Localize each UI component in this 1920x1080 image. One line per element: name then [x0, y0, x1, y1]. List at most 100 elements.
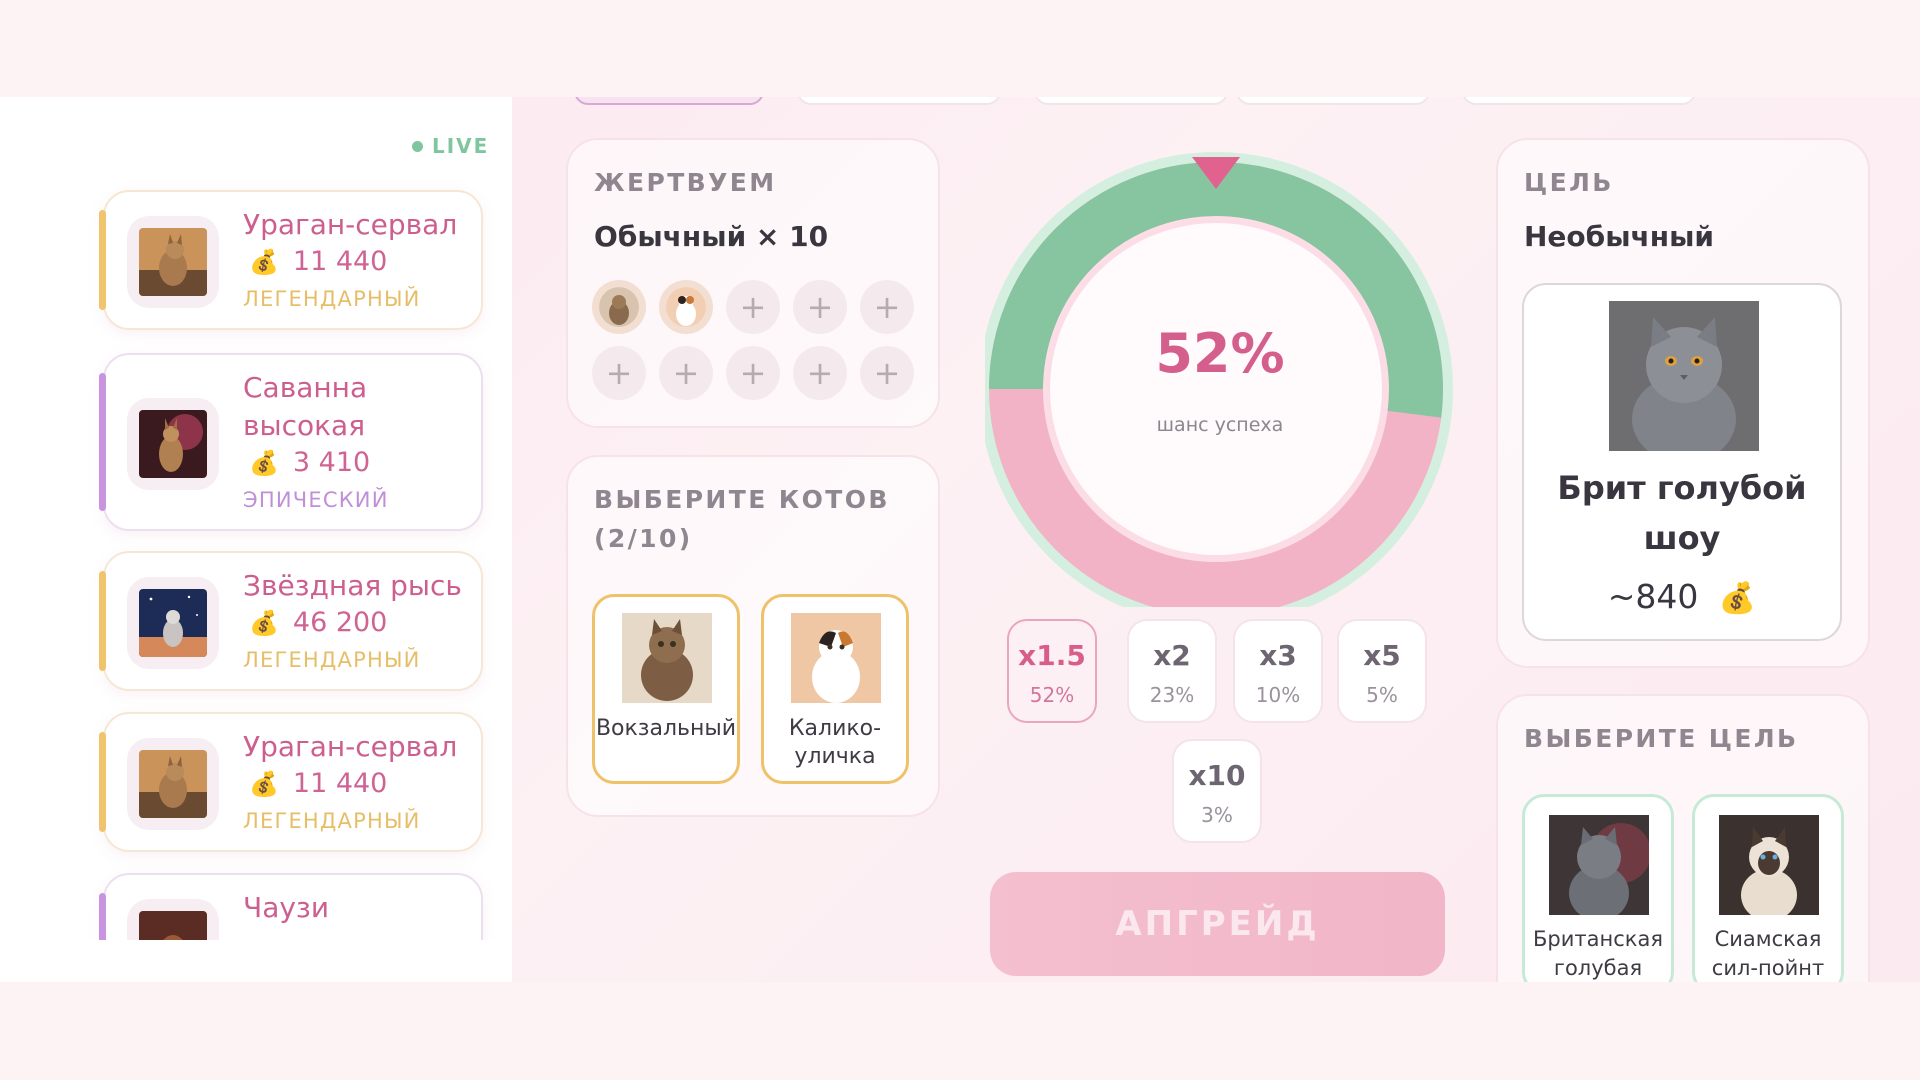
multiplier-label: x3 [1259, 639, 1297, 672]
calico-cat-icon [666, 287, 706, 327]
serval-image [139, 228, 207, 296]
feed-cat-name: Саванна высокая [243, 371, 368, 442]
sacrifice-summary: Обычный × 10 [594, 220, 829, 253]
panel-title: ЦЕЛЬ [1524, 168, 1614, 197]
rarity-bar [99, 732, 106, 832]
cat-thumbnail [127, 216, 219, 308]
empty-slot-add-icon[interactable]: + [592, 346, 646, 400]
multiplier-x3[interactable]: x3 10% [1233, 619, 1323, 723]
upgrade-app: LIVE Ураган-сервал 💰 11 440 ЛЕГЕНДАРНЫЙ [0, 97, 1920, 982]
calico-cat-image [791, 613, 881, 703]
multiplier-label: x10 [1188, 759, 1246, 792]
empty-slot-add-icon[interactable]: + [726, 280, 780, 334]
british-blue-show-image [1609, 301, 1759, 451]
feed-cat-rarity: ЛЕГЕНДАРНЫЙ [243, 809, 421, 833]
filled-slot[interactable] [592, 280, 646, 334]
empty-slot-add-icon[interactable]: + [793, 346, 847, 400]
feed-cat-rarity: ЭПИЧЕСКИЙ [243, 488, 389, 512]
top-tab[interactable] [1462, 97, 1696, 105]
top-tab[interactable] [1236, 97, 1430, 105]
target-cat-name: Брит голубой шоу [1557, 469, 1807, 557]
multiplier-chance: 23% [1149, 683, 1195, 707]
multiplier-chance: 5% [1366, 683, 1398, 707]
lynx-image [139, 589, 207, 657]
feed-cat-price: 💰 11 440 [249, 246, 387, 277]
british-blue-image [1549, 815, 1649, 915]
feed-cat-name: Звёздная рысь [243, 569, 462, 602]
target-cat-card[interactable]: Брит голубой шоу ~840 💰 [1522, 283, 1842, 641]
multiplier-x1-5[interactable]: x1.5 52% [1007, 619, 1097, 723]
empty-slot-add-icon[interactable]: + [860, 280, 914, 334]
cat-card-name: Вокзальный [595, 716, 737, 741]
goal-cat-card[interactable]: Сиамская сил-пойнт [1692, 794, 1844, 982]
money-bag-icon: 💰 [249, 608, 279, 637]
multiplier-chance: 3% [1201, 803, 1233, 827]
multiplier-x5[interactable]: x5 5% [1337, 619, 1427, 723]
success-percent: 52% [1155, 322, 1285, 385]
top-tab[interactable] [1034, 97, 1228, 105]
top-tab[interactable] [574, 97, 764, 105]
upgrade-button[interactable]: АПГРЕЙД [990, 872, 1445, 976]
panel-title: ВЫБЕРИТЕ КОТОВ [594, 485, 890, 514]
target-rarity: Необычный [1524, 220, 1715, 253]
empty-slot-add-icon[interactable]: + [726, 346, 780, 400]
feed-cat-rarity: ЛЕГЕНДАРНЫЙ [243, 648, 421, 672]
chance-donut: 52% шанс успеха [979, 127, 1455, 626]
cat-card-name: Калико- уличка [788, 716, 882, 769]
sacrifice-panel: ЖЕРТВУЕМ Обычный × 10 + + + + + + + + [566, 138, 940, 428]
multiplier-chance: 52% [1029, 683, 1075, 707]
selection-count: (2/10) [594, 524, 693, 553]
multiplier-x10[interactable]: x10 3% [1172, 739, 1262, 843]
multiplier-label: x5 [1363, 639, 1401, 672]
multiplier-label: x1.5 [1018, 639, 1086, 672]
feed-item[interactable]: Звёздная рысь 💰 46 200 ЛЕГЕНДАРНЫЙ [99, 551, 483, 691]
cat-thumbnail [127, 398, 219, 490]
savannah-image [139, 410, 207, 478]
feed-fade [0, 940, 512, 982]
panel-title: ЖЕРТВУЕМ [594, 168, 777, 197]
tabby-cat-image [622, 613, 712, 703]
target-price-value: ~840 [1607, 577, 1699, 616]
live-dot-icon [412, 140, 423, 152]
goal-cat-name: Сиамская сил-пойнт [1711, 927, 1825, 980]
feed-item[interactable]: Саванна высокая 💰 3 410 ЭПИЧЕСКИЙ [99, 353, 483, 531]
feed-item[interactable]: Ураган-сервал 💰 11 440 ЛЕГЕНДАРНЫЙ [99, 712, 483, 852]
multiplier-chance: 10% [1255, 683, 1301, 707]
money-bag-icon: 💰 [249, 769, 279, 798]
siamese-image [1719, 815, 1819, 915]
success-label: шанс успеха [1156, 414, 1284, 436]
feed-item[interactable]: Ураган-сервал 💰 11 440 ЛЕГЕНДАРНЫЙ [99, 190, 483, 330]
feed-price-value: 46 200 [292, 607, 388, 638]
feed-cat-name: Ураган-сервал [243, 208, 458, 241]
live-label: LIVE [432, 134, 490, 158]
empty-slot-add-icon[interactable]: + [860, 346, 914, 400]
tabby-cat-icon [599, 287, 639, 327]
feed-price-value: 11 440 [292, 768, 388, 799]
feed-cat-name: Ураган-сервал [243, 730, 458, 763]
cat-card[interactable]: Калико- уличка [761, 594, 909, 784]
feed-cat-price: 💰 11 440 [249, 768, 387, 799]
serval-image [139, 750, 207, 818]
money-bag-icon: 💰 [249, 448, 279, 477]
multiplier-label: x2 [1153, 639, 1191, 672]
feed-cat-price: 💰 3 410 [249, 447, 370, 478]
rarity-bar [99, 571, 106, 671]
filled-slot[interactable] [659, 280, 713, 334]
top-tab[interactable] [797, 97, 1001, 105]
live-indicator: LIVE [412, 134, 489, 158]
cat-card[interactable]: Вокзальный [592, 594, 740, 784]
choose-cats-panel: ВЫБЕРИТЕ КОТОВ (2/10) Вокзальный Калико-… [566, 455, 940, 817]
cat-thumbnail [127, 577, 219, 669]
multiplier-x2[interactable]: x2 23% [1127, 619, 1217, 723]
feed-price-value: 3 410 [292, 447, 371, 478]
feed-cat-price: 💰 46 200 [249, 607, 387, 638]
feed-price-value: 11 440 [292, 246, 388, 277]
feed-cat-rarity: ЛЕГЕНДАРНЫЙ [243, 287, 421, 311]
money-bag-icon: 💰 [249, 247, 279, 276]
panel-title: ВЫБЕРИТЕ ЦЕЛЬ [1524, 724, 1799, 753]
live-feed: LIVE Ураган-сервал 💰 11 440 ЛЕГЕНДАРНЫЙ [0, 97, 512, 982]
rarity-bar [99, 373, 106, 511]
goal-cat-card[interactable]: Британская голубая [1522, 794, 1674, 982]
empty-slot-add-icon[interactable]: + [793, 280, 847, 334]
empty-slot-add-icon[interactable]: + [659, 346, 713, 400]
